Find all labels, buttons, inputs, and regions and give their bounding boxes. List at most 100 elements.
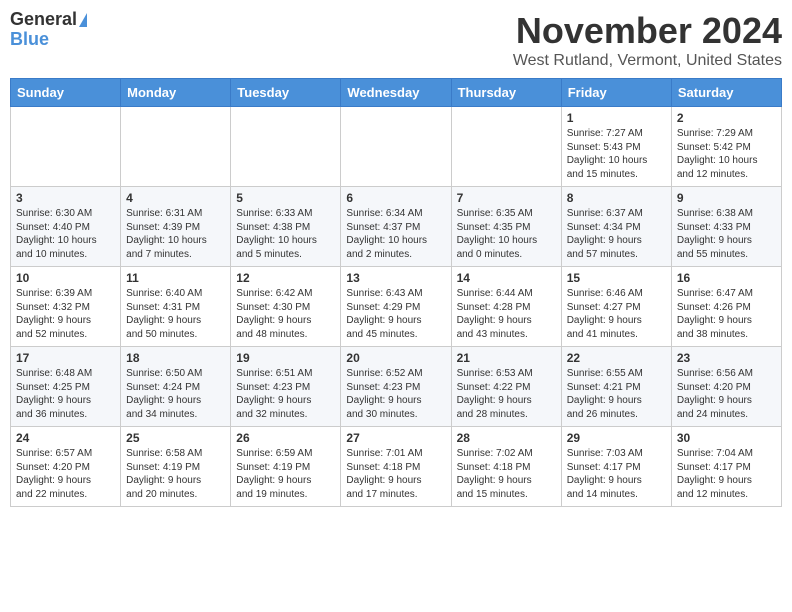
logo: General Blue xyxy=(10,10,87,50)
calendar-header-row: SundayMondayTuesdayWednesdayThursdayFrid… xyxy=(11,79,782,107)
calendar-cell: 29 Sunrise: 7:03 AMSunset: 4:17 PMDayligh… xyxy=(561,427,671,507)
calendar-cell: 17 Sunrise: 6:48 AMSunset: 4:25 PMDayligh… xyxy=(11,347,121,427)
calendar-cell: 21Sunrise: 6:53 AMSunset: 4:22 PMDayligh… xyxy=(451,347,561,427)
calendar-cell: 4 Sunrise: 6:31 AMSunset: 4:39 PMDaylight… xyxy=(121,187,231,267)
day-number: 22 xyxy=(567,351,666,365)
calendar-cell: 26Sunrise: 6:59 AMSunset: 4:19 PMDayligh… xyxy=(231,427,341,507)
calendar-cell: 25 Sunrise: 6:58 AMSunset: 4:19 PMDayligh… xyxy=(121,427,231,507)
cell-info: Sunrise: 6:56 AMSunset: 4:20 PMDaylight:… xyxy=(677,367,776,421)
cell-info: Sunrise: 6:30 AMSunset: 4:40 PMDaylight:… xyxy=(16,207,115,261)
day-number: 10 xyxy=(16,271,115,285)
day-header-saturday: Saturday xyxy=(671,79,781,107)
day-number: 13 xyxy=(346,271,445,285)
day-header-wednesday: Wednesday xyxy=(341,79,451,107)
calendar-cell: 8 Sunrise: 6:37 AMSunset: 4:34 PMDaylight… xyxy=(561,187,671,267)
day-header-friday: Friday xyxy=(561,79,671,107)
day-header-monday: Monday xyxy=(121,79,231,107)
cell-info: Sunrise: 6:38 AMSunset: 4:33 PMDaylight:… xyxy=(677,207,776,261)
week-row-2: 10 Sunrise: 6:39 AMSunset: 4:32 PMDayligh… xyxy=(11,267,782,347)
logo-text-general: General xyxy=(10,10,77,30)
calendar-cell: 10 Sunrise: 6:39 AMSunset: 4:32 PMDayligh… xyxy=(11,267,121,347)
calendar-cell: 12Sunrise: 6:42 AMSunset: 4:30 PMDayligh… xyxy=(231,267,341,347)
day-number: 25 xyxy=(126,431,225,445)
calendar-cell: 28Sunrise: 7:02 AMSunset: 4:18 PMDayligh… xyxy=(451,427,561,507)
calendar-cell: 9 Sunrise: 6:38 AMSunset: 4:33 PMDaylight… xyxy=(671,187,781,267)
location-title: West Rutland, Vermont, United States xyxy=(513,52,782,70)
week-row-3: 17 Sunrise: 6:48 AMSunset: 4:25 PMDayligh… xyxy=(11,347,782,427)
day-number: 11 xyxy=(126,271,225,285)
day-number: 6 xyxy=(346,191,445,205)
cell-info: Sunrise: 7:04 AMSunset: 4:17 PMDaylight:… xyxy=(677,447,776,501)
day-number: 24 xyxy=(16,431,115,445)
cell-info: Sunrise: 6:52 AMSunset: 4:23 PMDaylight:… xyxy=(346,367,445,421)
cell-info: Sunrise: 6:46 AMSunset: 4:27 PMDaylight:… xyxy=(567,287,666,341)
cell-info: Sunrise: 6:47 AMSunset: 4:26 PMDaylight:… xyxy=(677,287,776,341)
day-header-sunday: Sunday xyxy=(11,79,121,107)
calendar-cell: 13Sunrise: 6:43 AMSunset: 4:29 PMDayligh… xyxy=(341,267,451,347)
calendar-cell xyxy=(451,107,561,187)
calendar-cell xyxy=(121,107,231,187)
title-area: November 2024 West Rutland, Vermont, Uni… xyxy=(513,10,782,70)
week-row-1: 3 Sunrise: 6:30 AMSunset: 4:40 PMDaylight… xyxy=(11,187,782,267)
logo-text-blue: Blue xyxy=(10,30,49,50)
cell-info: Sunrise: 6:48 AMSunset: 4:25 PMDaylight:… xyxy=(16,367,115,421)
day-number: 4 xyxy=(126,191,225,205)
day-number: 1 xyxy=(567,111,666,125)
calendar-cell: 16 Sunrise: 6:47 AMSunset: 4:26 PMDayligh… xyxy=(671,267,781,347)
day-number: 29 xyxy=(567,431,666,445)
calendar-table: SundayMondayTuesdayWednesdayThursdayFrid… xyxy=(10,78,782,507)
cell-info: Sunrise: 7:27 AMSunset: 5:43 PMDaylight:… xyxy=(567,127,666,181)
calendar-cell: 23 Sunrise: 6:56 AMSunset: 4:20 PMDayligh… xyxy=(671,347,781,427)
calendar-cell: 19 Sunrise: 6:51 AMSunset: 4:23 PMDayligh… xyxy=(231,347,341,427)
day-number: 5 xyxy=(236,191,335,205)
calendar-cell: 5 Sunrise: 6:33 AMSunset: 4:38 PMDaylight… xyxy=(231,187,341,267)
day-number: 2 xyxy=(677,111,776,125)
calendar-cell: 6 Sunrise: 6:34 AMSunset: 4:37 PMDaylight… xyxy=(341,187,451,267)
day-number: 20 xyxy=(346,351,445,365)
calendar-cell xyxy=(231,107,341,187)
day-number: 23 xyxy=(677,351,776,365)
day-number: 30 xyxy=(677,431,776,445)
header: General Blue November 2024 West Rutland,… xyxy=(10,10,782,70)
calendar-cell: 7Sunrise: 6:35 AMSunset: 4:35 PMDaylight… xyxy=(451,187,561,267)
week-row-4: 24Sunrise: 6:57 AMSunset: 4:20 PMDayligh… xyxy=(11,427,782,507)
cell-info: Sunrise: 6:33 AMSunset: 4:38 PMDaylight:… xyxy=(236,207,335,261)
calendar-cell: 18Sunrise: 6:50 AMSunset: 4:24 PMDayligh… xyxy=(121,347,231,427)
day-number: 18 xyxy=(126,351,225,365)
week-row-0: 1 Sunrise: 7:27 AMSunset: 5:43 PMDaylight… xyxy=(11,107,782,187)
calendar-cell: 30 Sunrise: 7:04 AMSunset: 4:17 PMDayligh… xyxy=(671,427,781,507)
logo-triangle-icon xyxy=(79,13,87,27)
day-header-tuesday: Tuesday xyxy=(231,79,341,107)
day-number: 8 xyxy=(567,191,666,205)
calendar-cell: 14 Sunrise: 6:44 AMSunset: 4:28 PMDayligh… xyxy=(451,267,561,347)
cell-info: Sunrise: 6:58 AMSunset: 4:19 PMDaylight:… xyxy=(126,447,225,501)
calendar-cell: 3 Sunrise: 6:30 AMSunset: 4:40 PMDaylight… xyxy=(11,187,121,267)
cell-info: Sunrise: 7:03 AMSunset: 4:17 PMDaylight:… xyxy=(567,447,666,501)
calendar-cell: 15 Sunrise: 6:46 AMSunset: 4:27 PMDayligh… xyxy=(561,267,671,347)
day-number: 28 xyxy=(457,431,556,445)
cell-info: Sunrise: 6:55 AMSunset: 4:21 PMDaylight:… xyxy=(567,367,666,421)
cell-info: Sunrise: 6:39 AMSunset: 4:32 PMDaylight:… xyxy=(16,287,115,341)
cell-info: Sunrise: 6:44 AMSunset: 4:28 PMDaylight:… xyxy=(457,287,556,341)
cell-info: Sunrise: 6:51 AMSunset: 4:23 PMDaylight:… xyxy=(236,367,335,421)
cell-info: Sunrise: 6:40 AMSunset: 4:31 PMDaylight:… xyxy=(126,287,225,341)
calendar-cell: 20 Sunrise: 6:52 AMSunset: 4:23 PMDayligh… xyxy=(341,347,451,427)
calendar-cell: 2 Sunrise: 7:29 AMSunset: 5:42 PMDaylight… xyxy=(671,107,781,187)
day-number: 16 xyxy=(677,271,776,285)
day-number: 3 xyxy=(16,191,115,205)
cell-info: Sunrise: 6:31 AMSunset: 4:39 PMDaylight:… xyxy=(126,207,225,261)
day-number: 9 xyxy=(677,191,776,205)
day-number: 15 xyxy=(567,271,666,285)
day-number: 14 xyxy=(457,271,556,285)
cell-info: Sunrise: 6:34 AMSunset: 4:37 PMDaylight:… xyxy=(346,207,445,261)
cell-info: Sunrise: 6:37 AMSunset: 4:34 PMDaylight:… xyxy=(567,207,666,261)
day-number: 26 xyxy=(236,431,335,445)
day-number: 21 xyxy=(457,351,556,365)
cell-info: Sunrise: 7:29 AMSunset: 5:42 PMDaylight:… xyxy=(677,127,776,181)
cell-info: Sunrise: 6:35 AMSunset: 4:35 PMDaylight:… xyxy=(457,207,556,261)
calendar-cell: 27Sunrise: 7:01 AMSunset: 4:18 PMDayligh… xyxy=(341,427,451,507)
calendar-cell xyxy=(341,107,451,187)
day-number: 27 xyxy=(346,431,445,445)
day-number: 17 xyxy=(16,351,115,365)
day-number: 19 xyxy=(236,351,335,365)
